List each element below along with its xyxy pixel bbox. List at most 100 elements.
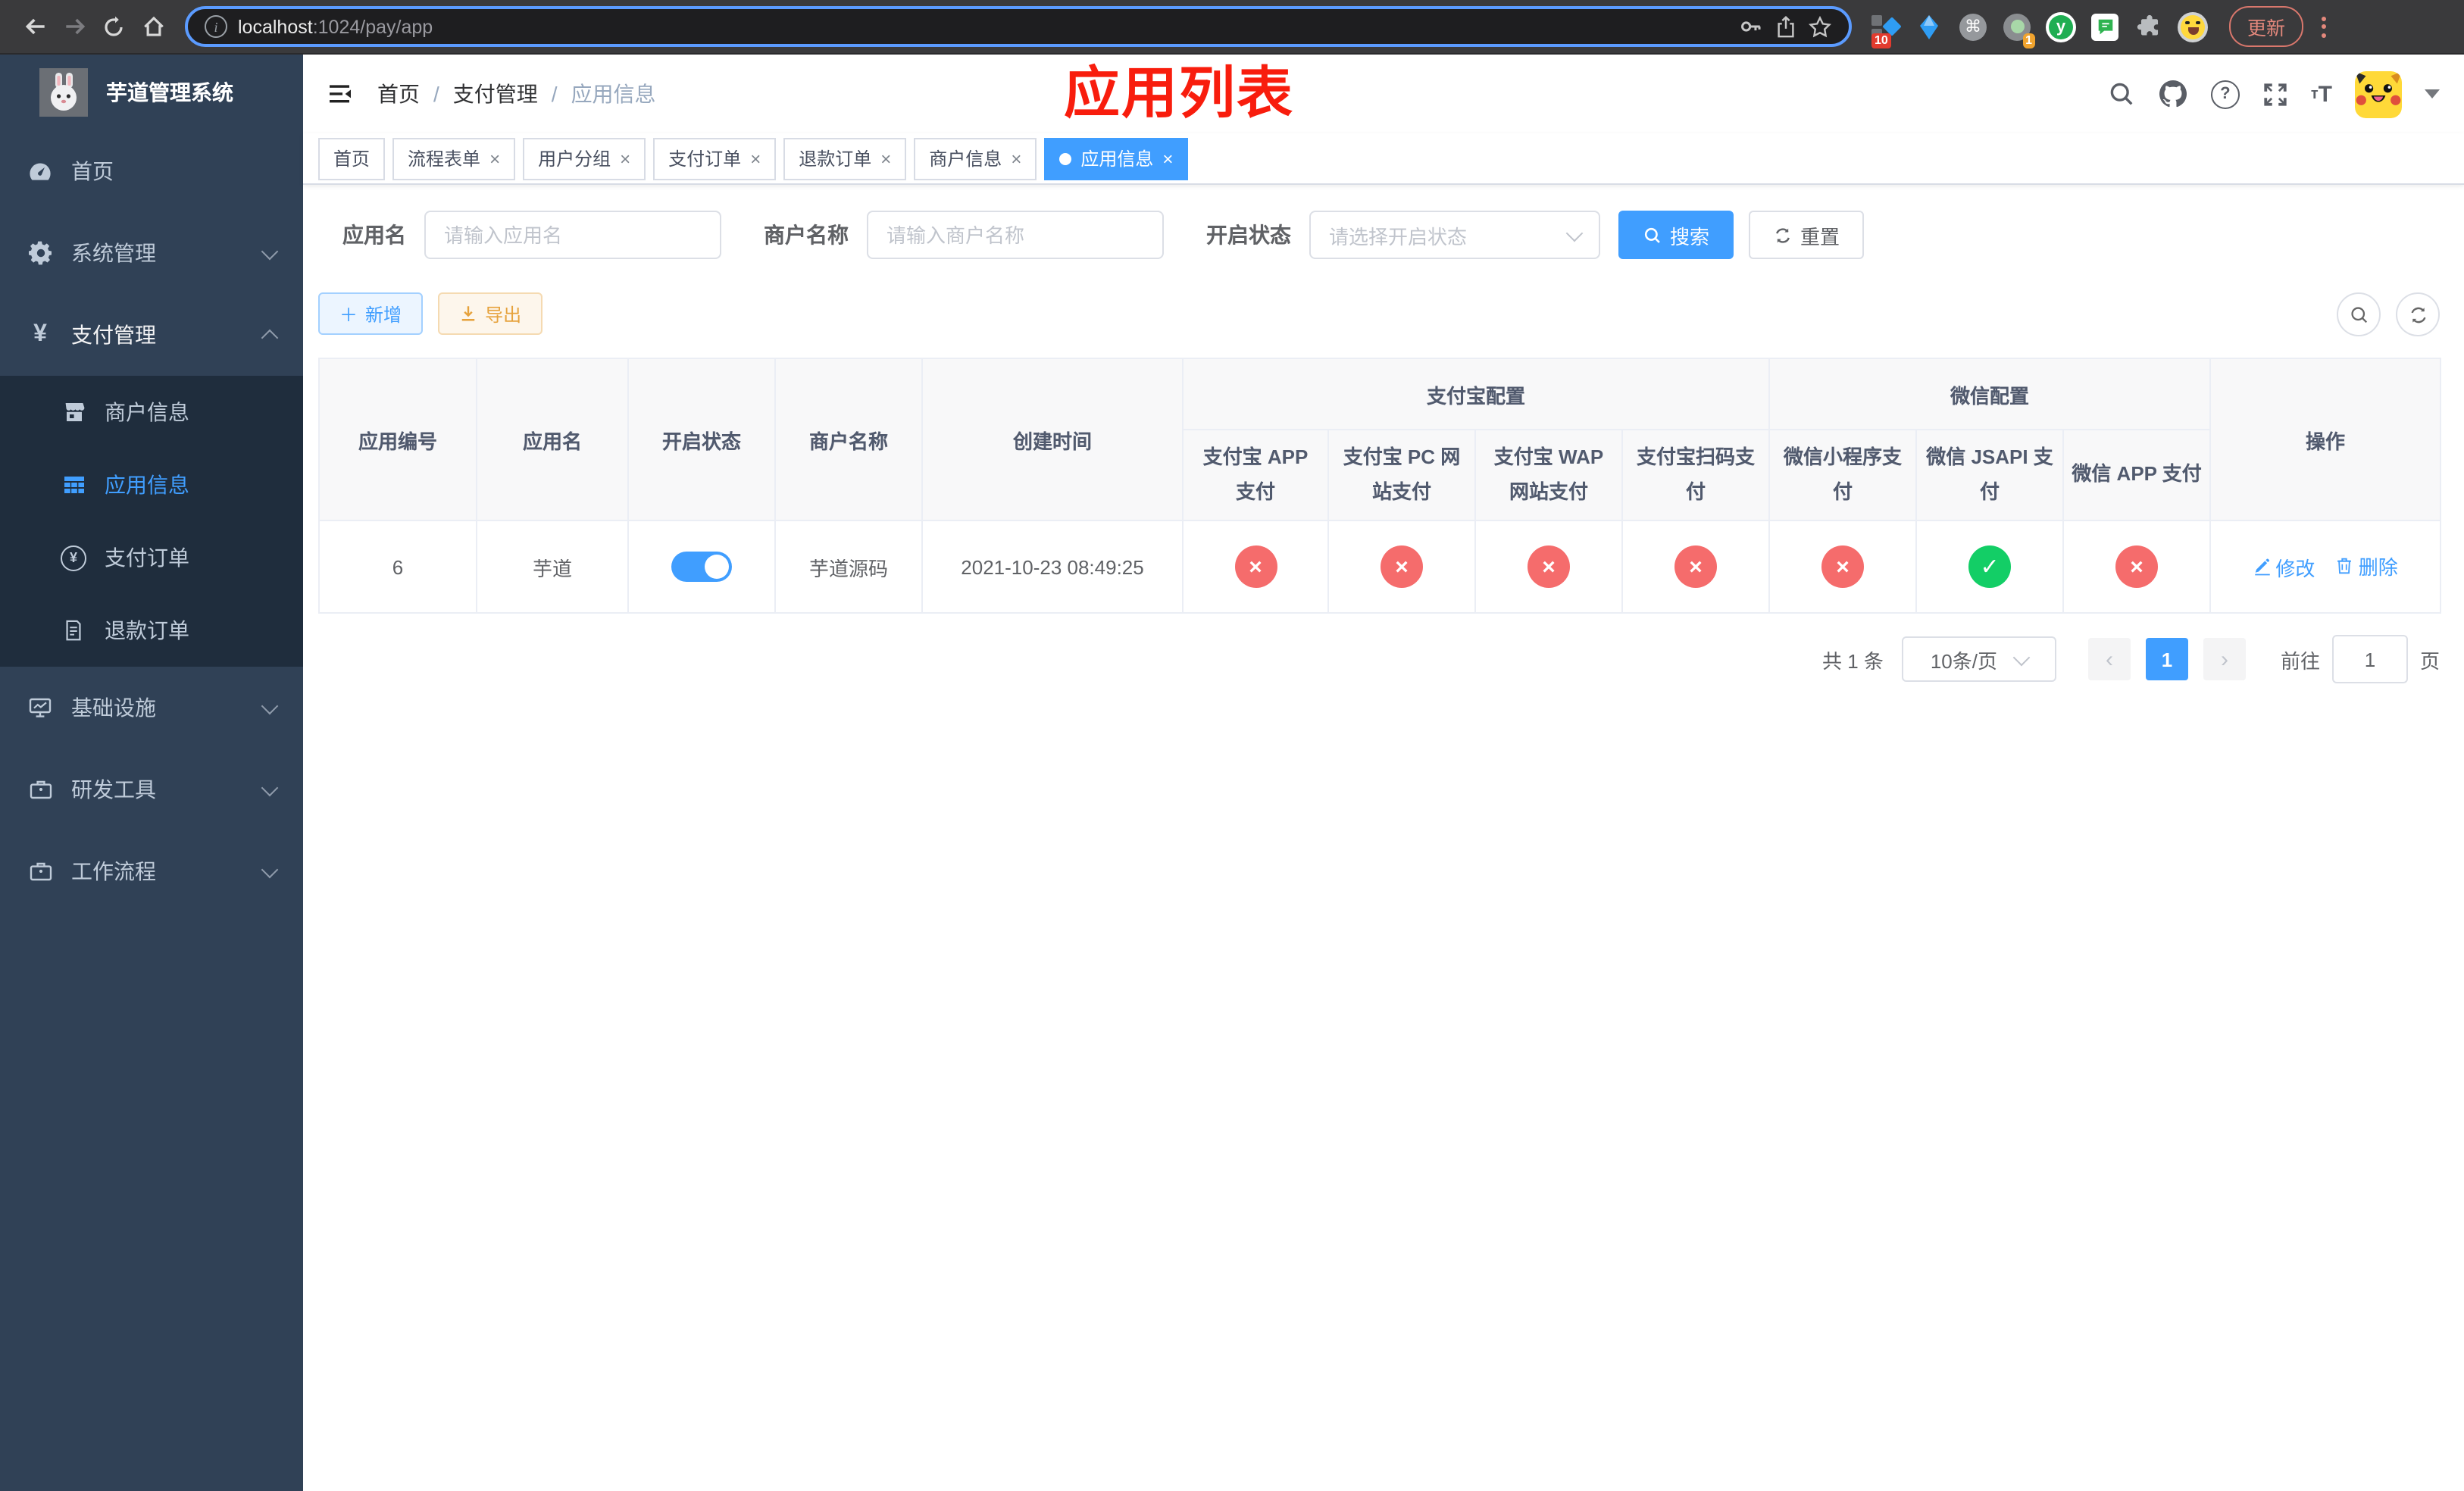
current-page[interactable]: 1 [2145, 638, 2188, 680]
app-logo [39, 68, 88, 117]
sidebar-item-dev-tools[interactable]: 研发工具 [0, 749, 303, 830]
document-icon [61, 618, 86, 642]
prev-page-button[interactable]: ‹ [2087, 638, 2131, 680]
search-button[interactable]: 搜索 [1618, 211, 1734, 259]
col-merchant: 商户名称 [774, 358, 923, 521]
tab-merchant-info[interactable]: 商户信息 × [914, 137, 1037, 180]
monitor-chart-icon [27, 695, 53, 720]
status-badge-wx-lite: × [1821, 545, 1865, 588]
tab-pay-order[interactable]: 支付订单 × [653, 137, 777, 180]
chevron-down-icon[interactable] [2425, 89, 2440, 98]
extensions-puzzle-icon[interactable] [2134, 11, 2164, 42]
breadcrumb: 首页 / 支付管理 / 应用信息 [377, 79, 656, 109]
goto-suffix: 页 [2419, 649, 2440, 672]
bookmark-star-icon[interactable] [1808, 14, 1832, 39]
close-icon[interactable]: × [1162, 149, 1173, 167]
close-icon[interactable]: × [489, 149, 500, 167]
font-size-icon[interactable]: тT [2311, 81, 2332, 107]
add-button[interactable]: ＋ 新增 [318, 292, 424, 335]
status-toggle[interactable] [671, 552, 732, 582]
active-dot [1059, 152, 1072, 164]
status-badge-alipay-qr: × [1674, 545, 1717, 588]
show-search-button[interactable] [2337, 292, 2381, 336]
app-title: 芋道管理系统 [106, 80, 233, 105]
tab-refund-order[interactable]: 退款订单 × [783, 137, 907, 180]
col-app-name: 应用名 [476, 358, 629, 521]
table-toolbar: ＋ 新增 导出 [318, 292, 2440, 336]
sidebar-item-home[interactable]: 首页 [0, 130, 303, 212]
extension-emoji-icon[interactable] [2178, 11, 2208, 42]
tab-app-info[interactable]: 应用信息 × [1044, 137, 1189, 180]
browser-update-button[interactable]: 更新 [2229, 6, 2304, 47]
merchant-name-input[interactable] [867, 211, 1164, 259]
sidebar-item-pay-order[interactable]: ¥ 支付订单 [0, 521, 303, 594]
breadcrumb-home[interactable]: 首页 [377, 79, 420, 109]
extension-y-icon[interactable]: y [2046, 11, 2076, 42]
col-actions: 操作 [2209, 358, 2442, 521]
tab-home[interactable]: 首页 [318, 137, 386, 180]
reset-button[interactable]: 重置 [1749, 211, 1865, 259]
col-created: 创建时间 [921, 358, 1184, 521]
page-annotation: 应用列表 [1064, 62, 1294, 124]
url-text: localhost:1024/pay/app [238, 16, 433, 37]
page-size-select[interactable]: 10条/页 [1901, 636, 2056, 682]
browser-menu-icon[interactable] [2322, 16, 2327, 37]
sidebar-item-app-info[interactable]: 应用信息 [0, 449, 303, 521]
merchant-name-label: 商户名称 [764, 223, 849, 247]
user-avatar[interactable] [2355, 70, 2402, 117]
close-icon[interactable]: × [1011, 149, 1021, 167]
app-name-input[interactable] [424, 211, 721, 259]
gear-icon [27, 241, 53, 265]
sidebar-item-infrastructure[interactable]: 基础设施 [0, 667, 303, 749]
address-bar[interactable]: i localhost:1024/pay/app [185, 6, 1852, 47]
fullscreen-icon[interactable] [2262, 81, 2288, 107]
tab-user-group[interactable]: 用户分组 × [523, 137, 646, 180]
sidebar-collapse-icon[interactable] [327, 82, 353, 106]
extension-sketch-icon[interactable]: 10 [1870, 11, 1902, 48]
tab-process-form[interactable]: 流程表单 × [392, 137, 516, 180]
group-wechat: 微信配置 [1768, 358, 2212, 430]
refresh-button[interactable] [2396, 292, 2440, 336]
extension-chat-icon[interactable] [2090, 11, 2120, 42]
next-page-button[interactable]: › [2203, 638, 2246, 680]
help-icon[interactable]: ? [2210, 80, 2240, 108]
password-key-icon[interactable] [1738, 14, 1764, 39]
status-select[interactable]: 请选择开启状态 [1309, 211, 1600, 259]
sidebar-item-refund-order[interactable]: 退款订单 [0, 594, 303, 667]
col-wx-app: 微信 APP 支付 [2062, 429, 2212, 521]
close-icon[interactable]: × [620, 149, 630, 167]
browser-forward-button[interactable] [55, 7, 94, 46]
site-info-icon[interactable]: i [205, 15, 227, 38]
export-button[interactable]: 导出 [438, 292, 543, 335]
browser-back-button[interactable] [15, 7, 55, 46]
browser-toolbar: i localhost:1024/pay/app 10 ⌘ 1 y 更新 [0, 0, 2464, 55]
browser-home-button[interactable] [133, 7, 173, 46]
extension-command-icon[interactable]: ⌘ [1958, 11, 1988, 42]
grid-icon [61, 473, 86, 497]
sidebar-item-merchant-info[interactable]: 商户信息 [0, 376, 303, 449]
close-icon[interactable]: × [750, 149, 761, 167]
search-icon[interactable] [2108, 80, 2135, 108]
col-alipay-wap: 支付宝 WAP 网站支付 [1474, 429, 1623, 521]
top-navbar: 首页 / 支付管理 / 应用信息 应用列表 ? т T [303, 55, 2464, 133]
col-alipay-qr: 支付宝扫码支付 [1621, 429, 1771, 521]
close-icon[interactable]: × [880, 149, 891, 167]
extension-badge: 1 [2022, 33, 2035, 48]
extension-recorder-icon[interactable]: 1 [2002, 11, 2035, 48]
sidebar-item-payment[interactable]: ¥ 支付管理 [0, 294, 303, 376]
extension-gem-icon[interactable] [1914, 11, 1944, 42]
sidebar-item-system[interactable]: 系统管理 [0, 212, 303, 294]
browser-reload-button[interactable] [94, 7, 133, 46]
goto-page-input[interactable] [2331, 635, 2408, 683]
col-app-id: 应用编号 [318, 358, 477, 521]
sidebar-item-workflow[interactable]: 工作流程 [0, 830, 303, 912]
app-logo-row: 芋道管理系统 [0, 55, 303, 130]
github-icon[interactable] [2158, 79, 2188, 109]
delete-link[interactable]: 删除 [2336, 552, 2398, 581]
share-icon[interactable] [1775, 14, 1797, 39]
edit-link[interactable]: 修改 [2253, 553, 2315, 582]
chevron-down-icon [261, 242, 279, 260]
col-wx-jsapi: 微信 JSAPI 支付 [1915, 429, 2065, 521]
cell-app-id: 6 [318, 520, 477, 614]
goto-label: 前往 [2280, 649, 2320, 672]
